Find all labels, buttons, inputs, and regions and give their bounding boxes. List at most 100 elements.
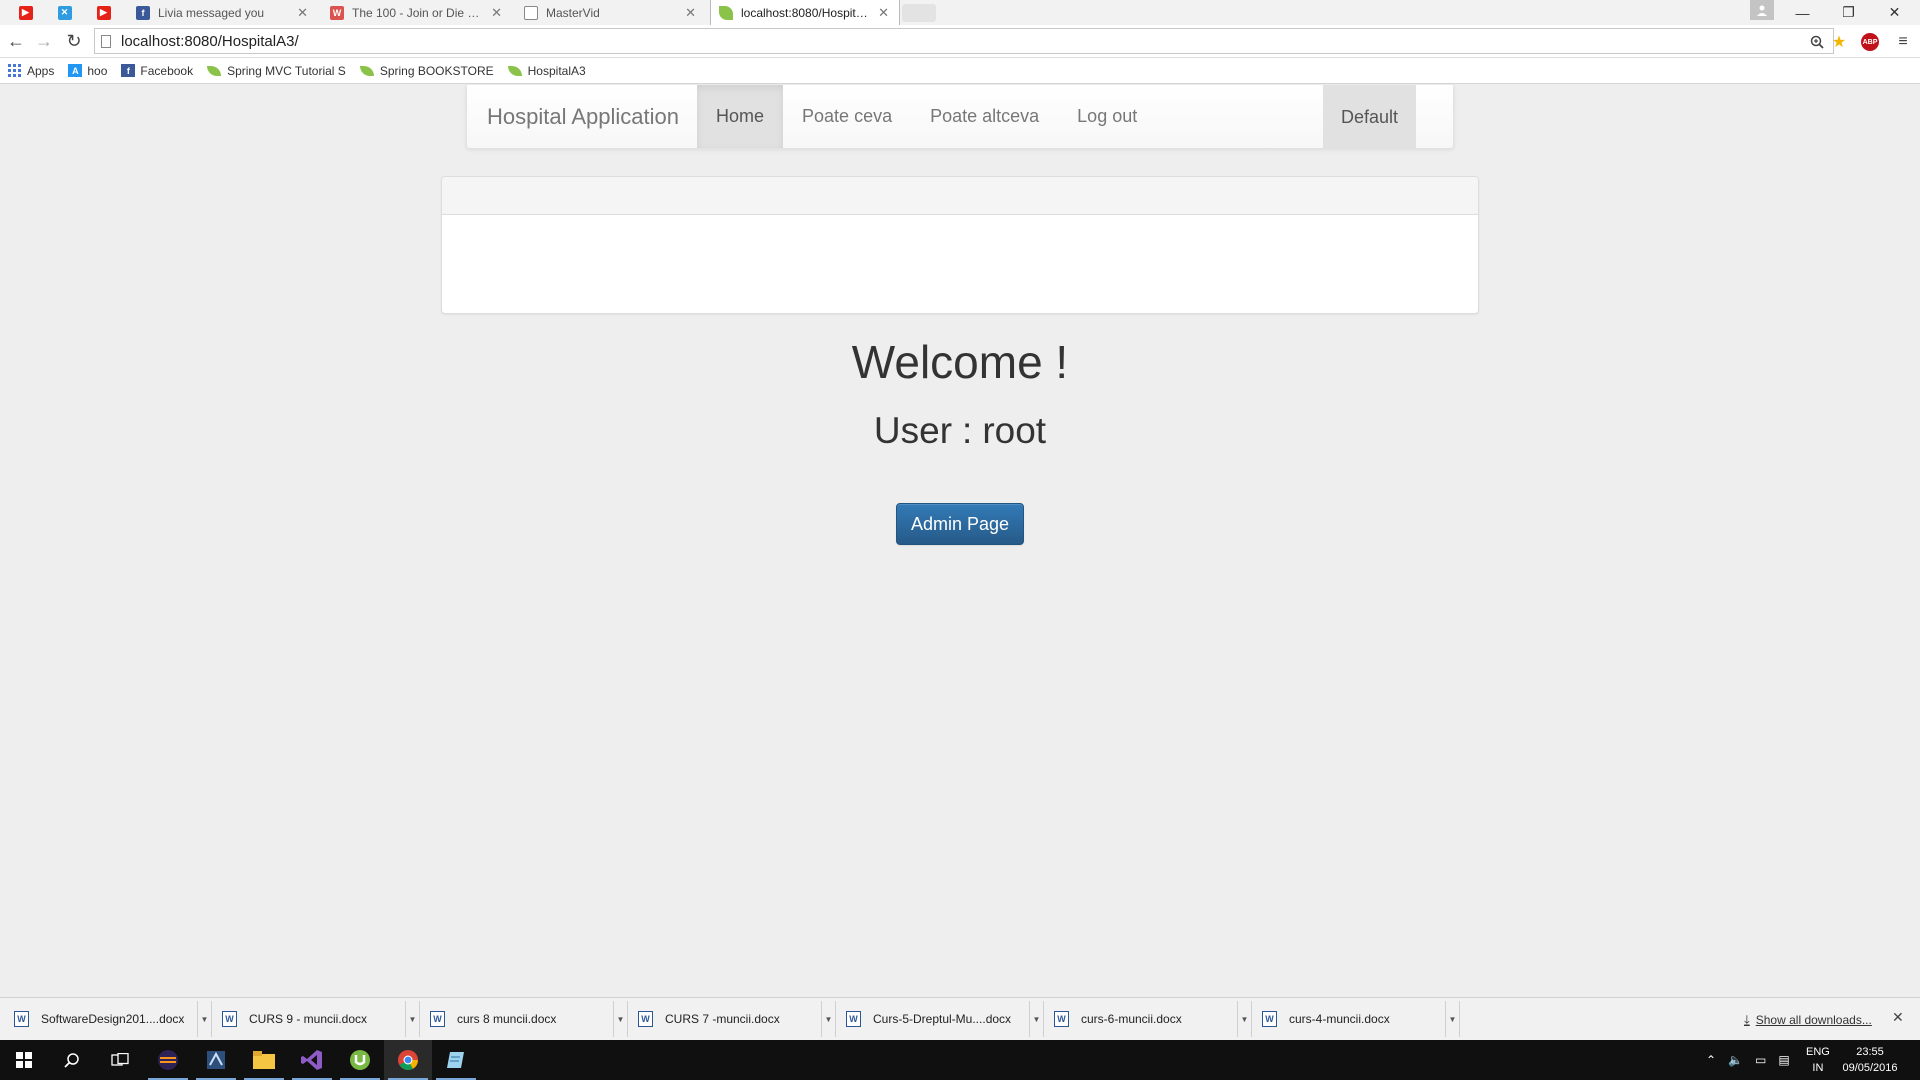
zoom-icon[interactable] [1807,32,1827,52]
tab-label: Livia messaged you [158,5,265,20]
bookmark-label: hoo [87,63,108,78]
chevron-down-icon[interactable]: ▼ [1237,1001,1251,1037]
bookmark-hospitala3[interactable]: HospitalA3 [507,64,586,78]
download-filename: CURS 7 -muncii.docx [665,1012,780,1026]
task-view-icon[interactable] [96,1040,144,1080]
language-code: ENG [1806,1046,1830,1058]
download-item[interactable]: W SoftwareDesign201....docx ▼ [4,1001,212,1037]
youtube-icon: ▶ [18,5,33,20]
close-icon[interactable]: ✕ [878,5,889,21]
tab-mastervid[interactable]: MasterVid ✕ [516,0,706,25]
windows-taskbar: ⌃ 🔈 ▭ ▤ ENG IN 23:55 09/05/2016 [0,1040,1920,1080]
nav-poate-altceva[interactable]: Poate altceva [911,85,1058,148]
taskbar-clock[interactable]: 23:55 09/05/2016 [1840,1044,1900,1076]
download-item[interactable]: W curs-6-muncii.docx ▼ [1044,1001,1252,1037]
download-item[interactable]: W CURS 7 -muncii.docx ▼ [628,1001,836,1037]
action-center-icon[interactable]: ▤ [1778,1053,1789,1067]
bookmark-apps[interactable]: Apps [8,63,55,78]
tab-pinned-youtube-2[interactable]: ▶ [84,0,123,25]
content-panel [441,176,1479,314]
tab-pinned-youtube[interactable]: ▶ [6,0,45,25]
show-all-downloads-link[interactable]: ⤓ Show all downloads... [1744,1012,1872,1028]
close-icon[interactable]: ✕ [685,5,696,21]
utorrent-icon[interactable] [336,1040,384,1080]
visual-studio-icon[interactable] [288,1040,336,1080]
tab-label: The 100 - Join or Die onli [352,5,486,20]
chevron-down-icon[interactable]: ▼ [613,1001,627,1037]
address-bar[interactable] [94,28,1834,54]
download-icon: ⤓ [1744,1012,1750,1027]
nav-poate-ceva[interactable]: Poate ceva [783,85,911,148]
download-item[interactable]: W CURS 9 - muncii.docx ▼ [212,1001,420,1037]
forward-button[interactable]: → [32,30,56,52]
forward-arrow-icon: → [35,30,53,51]
minimize-button[interactable]: — [1780,0,1825,25]
user-separator: : [962,410,973,451]
download-filename: SoftwareDesign201....docx [41,1012,185,1026]
close-icon[interactable]: ✕ [491,5,502,21]
word-document-icon: W [1262,1011,1277,1027]
chevron-up-icon[interactable]: ⌃ [1706,1053,1716,1067]
reload-button[interactable]: ↻ [62,30,86,52]
file-explorer-icon[interactable] [240,1040,288,1080]
start-button[interactable] [0,1040,48,1080]
bookmark-label: Spring MVC Tutorial S [227,63,346,78]
page-icon [524,5,538,20]
spring-leaf-icon [359,65,374,76]
bookmark-facebook[interactable]: f Facebook [121,64,193,78]
eclipse-icon[interactable] [144,1040,192,1080]
download-item[interactable]: W curs-4-muncii.docx ▼ [1252,1001,1460,1037]
nav-log-out[interactable]: Log out [1058,85,1156,148]
nav-default[interactable]: Default [1322,85,1416,149]
youtube-icon: ▶ [96,5,111,20]
chevron-down-icon[interactable]: ▼ [1445,1001,1459,1037]
close-window-button[interactable]: ✕ [1872,0,1917,25]
chevron-down-icon[interactable]: ▼ [821,1001,835,1037]
user-heading: User: root [0,410,1920,452]
language-region: IN [1812,1062,1824,1074]
menu-icon[interactable]: ≡ [1893,32,1913,52]
spring-leaf-icon [207,65,222,76]
close-icon[interactable]: ✕ [297,5,308,21]
panel-heading [442,177,1478,215]
chevron-down-icon[interactable]: ▼ [405,1001,419,1037]
close-icon[interactable]: ✕ [1892,1009,1904,1026]
site-icon: W [330,5,344,20]
battery-icon[interactable]: ▭ [1755,1053,1766,1067]
nav-home[interactable]: Home [697,85,784,148]
tab-pinned-app[interactable]: ✕ [45,0,84,25]
new-tab-button[interactable] [902,4,936,22]
sql-server-icon[interactable] [192,1040,240,1080]
notepad-icon[interactable] [432,1040,480,1080]
bookmark-label: Apps [27,63,55,78]
bookmark-star-icon[interactable]: ★ [1829,32,1849,52]
page-icon [101,34,111,48]
welcome-heading: Welcome ! [851,336,1069,388]
profile-icon[interactable] [1750,0,1774,20]
adblock-icon[interactable]: ABP [1861,33,1879,51]
chrome-icon[interactable] [384,1040,432,1080]
tab-label: localhost:8080/HospitalA3 [741,5,873,20]
tab-the-100[interactable]: W The 100 - Join or Die onli ✕ [322,0,512,25]
download-filename: curs 8 muncii.docx [457,1012,557,1026]
bookmark-spring-bookstore[interactable]: Spring BOOKSTORE [359,64,494,78]
chevron-down-icon[interactable]: ▼ [1029,1001,1043,1037]
tab-hospital-active[interactable]: localhost:8080/HospitalA3 ✕ [710,0,900,25]
download-item[interactable]: W Curs-5-Dreptul-Mu....docx ▼ [836,1001,1044,1037]
bookmark-hoo[interactable]: A hoo [68,64,107,78]
download-filename: curs-6-muncii.docx [1081,1012,1182,1026]
url-input[interactable] [121,32,1833,50]
back-button[interactable]: ← [4,30,28,52]
bookmark-spring-mvc[interactable]: Spring MVC Tutorial S [207,64,346,78]
admin-page-button[interactable]: Admin Page [896,503,1024,545]
search-icon[interactable] [48,1040,96,1080]
bookmark-label: Facebook [140,63,194,78]
restore-button[interactable]: ❐ [1826,0,1871,25]
download-item[interactable]: W curs 8 muncii.docx ▼ [420,1001,628,1037]
word-document-icon: W [638,1011,653,1027]
navbar-brand[interactable]: Hospital Application [467,85,697,148]
volume-icon[interactable]: 🔈 [1728,1053,1743,1067]
input-language[interactable]: ENG IN [1806,1044,1830,1076]
tab-facebook-messages[interactable]: f Livia messaged you ✕ [128,0,318,25]
chevron-down-icon[interactable]: ▼ [197,1001,211,1037]
